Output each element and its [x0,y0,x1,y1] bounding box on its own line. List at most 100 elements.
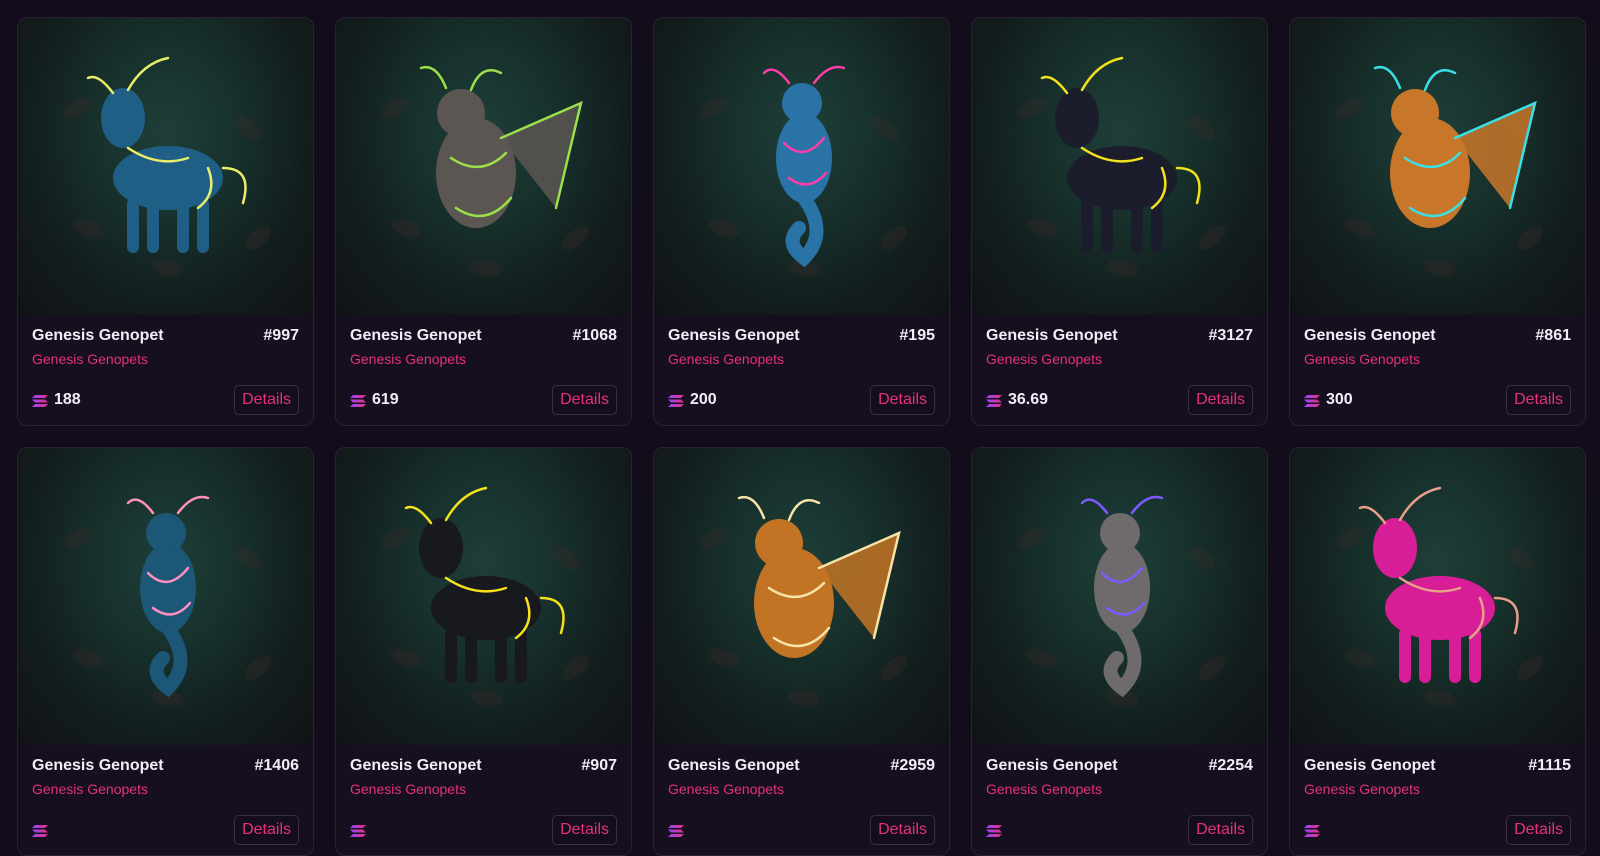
price: 36.69 [986,391,1048,409]
genopet-figure [126,495,210,698]
genopet-image[interactable] [654,448,949,745]
nft-card[interactable]: Genesis Genopet #861 Genesis Genopets 30… [1289,17,1586,426]
card-title-row: Genesis Genopet #997 [32,327,299,345]
price-value: 300 [1326,391,1353,408]
details-button[interactable]: Details [870,815,935,845]
card-title-row: Genesis Genopet #2254 [986,757,1253,775]
card-footer: Details [986,815,1253,845]
card-title-row: Genesis Genopet #1068 [350,327,617,345]
price: 200 [668,391,717,409]
nft-number: #2254 [1208,757,1254,774]
genopet-figure [1358,486,1519,683]
nft-card[interactable]: Genesis Genopet #1115 Genesis Genopets D… [1289,447,1586,856]
card-footer: Details [350,815,617,845]
genopet-image[interactable] [972,18,1267,315]
details-button[interactable]: Details [1188,815,1253,845]
collection-link[interactable]: Genesis Genopets [668,781,935,797]
card-footer: 619 Details [350,385,617,415]
solana-icon [32,824,48,837]
nft-name: Genesis Genopet [668,327,800,344]
nft-number: #997 [263,327,299,344]
nft-card[interactable]: Genesis Genopet #195 Genesis Genopets 20… [653,17,950,426]
solana-icon [668,824,684,837]
nft-number: #1115 [1528,757,1571,774]
collection-link[interactable]: Genesis Genopets [32,781,299,797]
card-info: Genesis Genopet #1068 Genesis Genopets 6… [350,327,617,415]
solana-icon [986,824,1002,837]
details-button[interactable]: Details [234,815,299,845]
genopet-image[interactable] [336,18,631,315]
genopet-image[interactable] [1290,448,1585,745]
card-footer: Details [1304,815,1571,845]
solana-icon [350,824,366,837]
collection-link[interactable]: Genesis Genopets [986,781,1253,797]
details-button[interactable]: Details [1506,815,1571,845]
card-footer: 36.69 Details [986,385,1253,415]
genopet-image[interactable] [1290,18,1585,315]
genopet-figure [86,56,247,253]
card-info: Genesis Genopet #1115 Genesis Genopets D… [1304,757,1571,845]
price-value: 619 [372,391,399,408]
nft-number: #3127 [1208,327,1254,344]
genopet-image[interactable] [18,18,313,315]
nft-grid: Genesis Genopet #997 Genesis Genopets 18… [17,17,1586,856]
price-value: 188 [54,391,81,408]
details-button[interactable]: Details [552,815,617,845]
card-info: Genesis Genopet #2254 Genesis Genopets D… [986,757,1253,845]
nft-card[interactable]: Genesis Genopet #907 Genesis Genopets De… [335,447,632,856]
nft-number: #1068 [572,327,618,344]
collection-link[interactable]: Genesis Genopets [986,351,1253,367]
genopet-image[interactable] [336,448,631,745]
nft-card[interactable]: Genesis Genopet #2959 Genesis Genopets D… [653,447,950,856]
nft-number: #195 [899,327,935,344]
card-title-row: Genesis Genopet #861 [1304,327,1571,345]
collection-link[interactable]: Genesis Genopets [32,351,299,367]
collection-link[interactable]: Genesis Genopets [350,351,617,367]
card-title-row: Genesis Genopet #1115 [1304,757,1571,775]
genopet-image[interactable] [972,448,1267,745]
details-button[interactable]: Details [234,385,299,415]
card-footer: 300 Details [1304,385,1571,415]
card-info: Genesis Genopet #997 Genesis Genopets 18… [32,327,299,415]
nft-name: Genesis Genopet [32,327,164,344]
card-title-row: Genesis Genopet #907 [350,757,617,775]
collection-link[interactable]: Genesis Genopets [1304,781,1571,797]
collection-link[interactable]: Genesis Genopets [350,781,617,797]
solana-icon [1304,824,1320,837]
nft-card[interactable]: Genesis Genopet #1068 Genesis Genopets 6… [335,17,632,426]
nft-name: Genesis Genopet [986,757,1118,774]
price [32,824,54,837]
collection-link[interactable]: Genesis Genopets [1304,351,1571,367]
solana-icon [986,394,1002,407]
nft-card[interactable]: Genesis Genopet #3127 Genesis Genopets 3… [971,17,1268,426]
card-title-row: Genesis Genopet #195 [668,327,935,345]
card-info: Genesis Genopet #1406 Genesis Genopets D… [32,757,299,845]
price [986,824,1008,837]
nft-name: Genesis Genopet [1304,327,1436,344]
card-info: Genesis Genopet #861 Genesis Genopets 30… [1304,327,1571,415]
nft-card[interactable]: Genesis Genopet #2254 Genesis Genopets D… [971,447,1268,856]
genopet-figure [737,495,901,658]
details-button[interactable]: Details [1188,385,1253,415]
genopet-image[interactable] [18,448,313,745]
genopet-image[interactable] [654,18,949,315]
details-button[interactable]: Details [1506,385,1571,415]
details-button[interactable]: Details [870,385,935,415]
card-footer: 188 Details [32,385,299,415]
solana-icon [350,394,366,407]
nft-number: #861 [1535,327,1571,344]
price-value: 36.69 [1008,391,1049,408]
collection-link[interactable]: Genesis Genopets [668,351,935,367]
card-info: Genesis Genopet #3127 Genesis Genopets 3… [986,327,1253,415]
price [350,824,372,837]
price: 619 [350,391,399,409]
nft-card[interactable]: Genesis Genopet #1406 Genesis Genopets D… [17,447,314,856]
card-info: Genesis Genopet #195 Genesis Genopets 20… [668,327,935,415]
genopet-figure [762,65,846,268]
nft-name: Genesis Genopet [32,757,164,774]
genopet-figure [1080,495,1164,698]
nft-card[interactable]: Genesis Genopet #997 Genesis Genopets 18… [17,17,314,426]
genopet-figure [1040,56,1201,253]
nft-number: #907 [581,757,617,774]
details-button[interactable]: Details [552,385,617,415]
